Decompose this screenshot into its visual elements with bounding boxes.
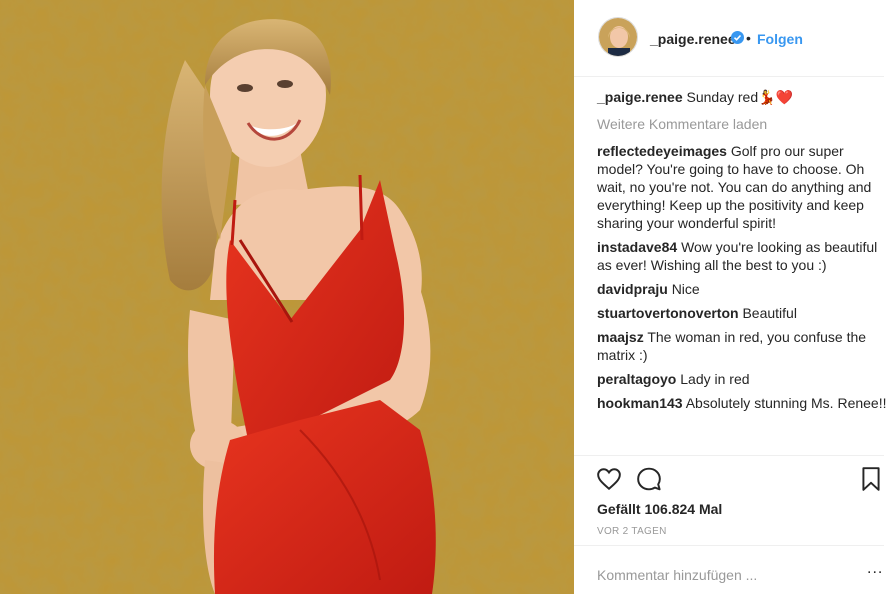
post-panel: _paige.renee • Folgen _paige.renee Sunda… (574, 0, 891, 594)
comment-list: _paige.renee Sunday red💃❤️ Weitere Komme… (597, 88, 887, 418)
comment-username[interactable]: maajsz (597, 329, 644, 345)
comment-username[interactable]: davidpraju (597, 281, 668, 297)
post-photo[interactable] (0, 0, 574, 594)
comment-item: instadave84 Wow you're looking as beauti… (597, 238, 887, 274)
add-comment-area: Kommentar hinzufügen ... ... (574, 545, 884, 595)
comment-item: stuartovertonoverton Beautiful (597, 304, 887, 322)
comment-text: Nice (671, 281, 700, 297)
comment-item: davidpraju Nice (597, 280, 887, 298)
separator-dot: • (746, 30, 751, 46)
heart-icon[interactable] (596, 466, 622, 492)
load-more-comments-button[interactable]: Weitere Kommentare laden (597, 115, 887, 133)
comment-input[interactable]: Kommentar hinzufügen ... (597, 567, 757, 583)
comment-username[interactable]: reflectedeyeimages (597, 143, 727, 159)
verified-badge-icon (731, 31, 744, 44)
options-icon[interactable]: ... (867, 560, 883, 578)
follow-button[interactable]: Folgen (757, 31, 803, 47)
comment-item: peraltagoyo Lady in red (597, 370, 887, 388)
photo-image (0, 0, 574, 594)
avatar[interactable] (598, 17, 638, 57)
comment-username[interactable]: hookman143 (597, 395, 683, 411)
comment-text: Beautiful (742, 305, 797, 321)
comment-item: hookman143 Absolutely stunning Ms. Renee… (597, 394, 887, 412)
post-date: VOR 2 TAGEN (597, 526, 667, 537)
action-bar: Gefällt 106.824 Mal VOR 2 TAGEN (574, 455, 884, 546)
comment-text: Absolutely stunning Ms. Renee!! (685, 395, 887, 411)
comment-icon[interactable] (636, 466, 662, 492)
post-header: _paige.renee • Folgen (574, 0, 884, 77)
comment-username[interactable]: stuartovertonoverton (597, 305, 739, 321)
comment-username[interactable]: instadave84 (597, 239, 677, 255)
bookmark-icon[interactable] (860, 466, 886, 492)
likes-count[interactable]: Gefällt 106.824 Mal (597, 501, 722, 517)
caption-username[interactable]: _paige.renee (597, 89, 683, 105)
comment-item: maajsz The woman in red, you confuse the… (597, 328, 887, 364)
comment-username[interactable]: peraltagoyo (597, 371, 676, 387)
comment-text: Lady in red (680, 371, 750, 387)
caption-text: Sunday red💃❤️ (686, 89, 793, 105)
username-link[interactable]: _paige.renee (650, 31, 736, 47)
caption: _paige.renee Sunday red💃❤️ (597, 88, 887, 106)
comment-item: reflectedeyeimages Golf pro our super mo… (597, 142, 887, 232)
